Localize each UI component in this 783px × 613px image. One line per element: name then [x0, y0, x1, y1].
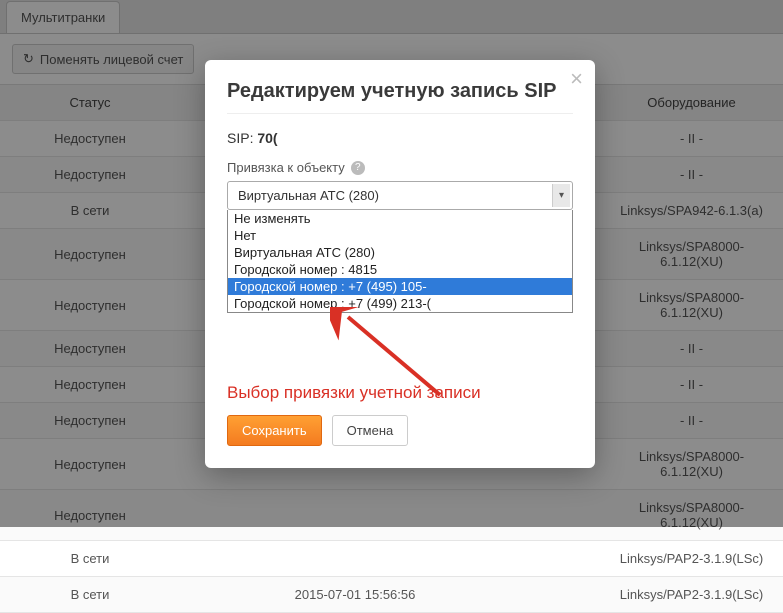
select-option[interactable]: Городской номер : 4815 [228, 261, 572, 278]
close-icon[interactable]: × [570, 68, 583, 90]
select-option[interactable]: Городской номер : +7 (495) 105- [228, 278, 572, 295]
modal-title: Редактируем учетную запись SIP [227, 80, 573, 114]
cell-status: В сети [0, 577, 180, 613]
cell-status: В сети [0, 541, 180, 577]
bind-select[interactable]: Виртуальная АТС (280) ▾ [227, 181, 573, 210]
cell-sip [530, 577, 600, 613]
select-option[interactable]: Виртуальная АТС (280) [228, 244, 572, 261]
annotation-text: Выбор привязки учетной записи [227, 383, 573, 403]
select-option[interactable]: Городской номер : +7 (499) 213-( [228, 295, 572, 312]
cell-date [180, 541, 530, 577]
cancel-button[interactable]: Отмена [332, 415, 409, 446]
bind-select-dropdown: Не изменятьНетВиртуальная АТС (280)Город… [227, 210, 573, 313]
table-row[interactable]: В сети2015-07-01 15:56:56 Linksys/PAP2-3.… [0, 577, 783, 613]
help-icon[interactable]: ? [351, 161, 365, 175]
chevron-down-icon: ▾ [552, 184, 570, 207]
select-option[interactable]: Не изменять [228, 210, 572, 227]
cell-sip [530, 541, 600, 577]
save-button[interactable]: Сохранить [227, 415, 322, 446]
edit-sip-modal: × Редактируем учетную запись SIP SIP: 70… [205, 60, 595, 468]
cell-equipment: Linksys/PAP2-3.1.9(LSc) [600, 577, 783, 613]
bind-label: Привязка к объекту [227, 160, 345, 175]
sip-line: SIP: 70( [227, 130, 573, 146]
select-option[interactable]: Нет [228, 227, 572, 244]
sip-value: 70( [257, 130, 277, 146]
table-row[interactable]: В сети Linksys/PAP2-3.1.9(LSc) [0, 541, 783, 577]
cell-equipment: Linksys/PAP2-3.1.9(LSc) [600, 541, 783, 577]
cell-date: 2015-07-01 15:56:56 [180, 577, 530, 613]
